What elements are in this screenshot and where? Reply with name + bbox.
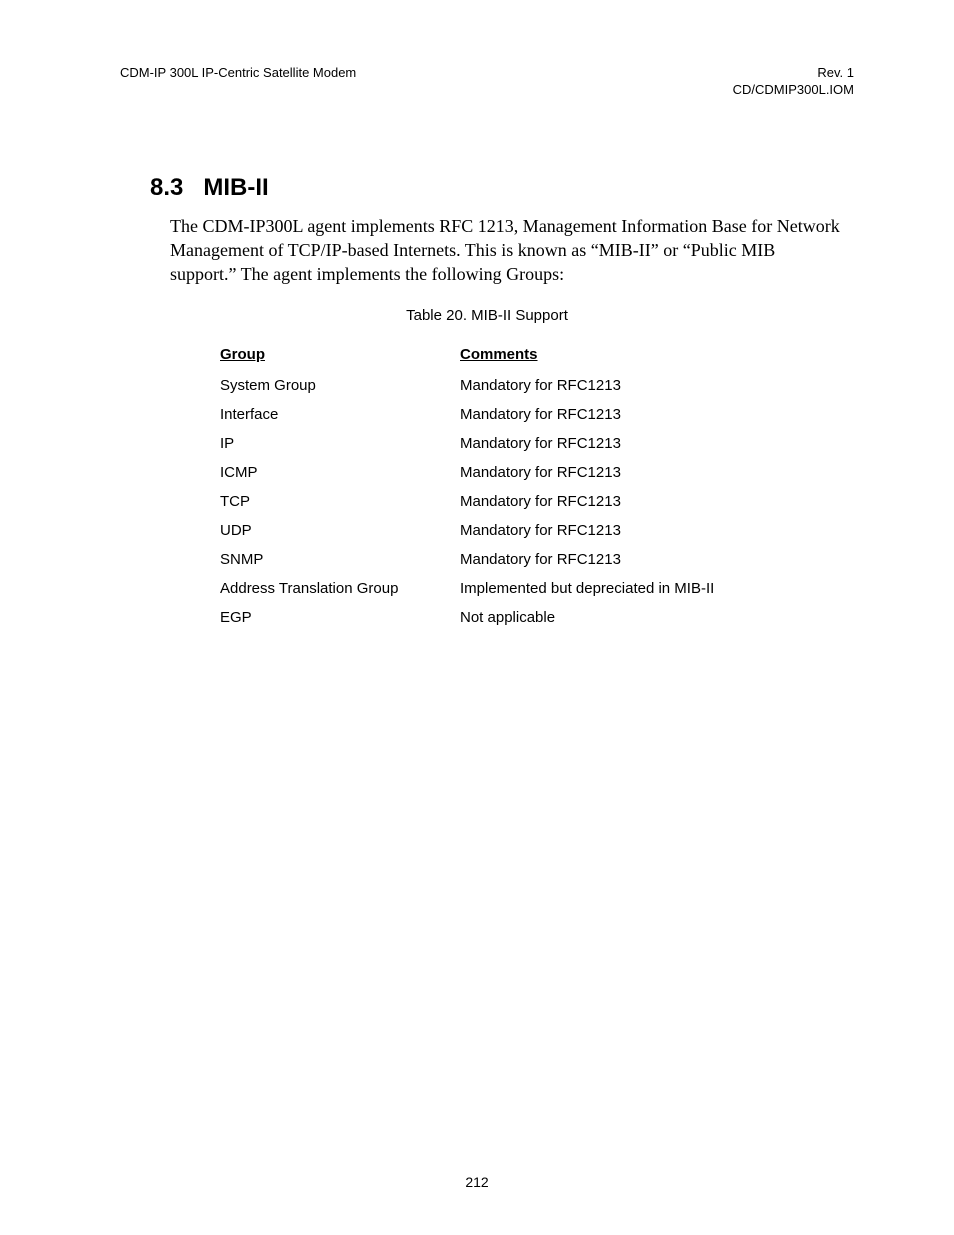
cell-comments: Mandatory for RFC1213 [460,487,780,516]
table-row: SNMP Mandatory for RFC1213 [220,545,780,574]
header-right: Rev. 1 CD/CDMIP300L.IOM [733,65,854,99]
table-row: Address Translation Group Implemented bu… [220,574,780,603]
table-caption: Table 20. MIB-II Support [120,307,854,324]
cell-group: System Group [220,371,460,400]
section-title: MIB-II [203,174,268,201]
cell-comments: Mandatory for RFC1213 [460,429,780,458]
section-number: 8.3 [150,174,183,202]
mib-support-table: Group Comments System Group Mandatory fo… [220,342,780,632]
cell-comments: Mandatory for RFC1213 [460,458,780,487]
document-page: CDM-IP 300L IP-Centric Satellite Modem R… [0,0,954,1235]
table-header-row: Group Comments [220,342,780,371]
cell-group: Interface [220,400,460,429]
body-paragraph: The CDM-IP300L agent implements RFC 1213… [170,214,844,287]
table-row: Interface Mandatory for RFC1213 [220,400,780,429]
cell-comments: Mandatory for RFC1213 [460,400,780,429]
cell-group: SNMP [220,545,460,574]
header-left: CDM-IP 300L IP-Centric Satellite Modem [120,65,356,82]
page-header: CDM-IP 300L IP-Centric Satellite Modem R… [120,65,854,99]
table-row: IP Mandatory for RFC1213 [220,429,780,458]
table-row: UDP Mandatory for RFC1213 [220,516,780,545]
cell-comments: Mandatory for RFC1213 [460,371,780,400]
cell-group: UDP [220,516,460,545]
cell-group: EGP [220,603,460,632]
table-row: ICMP Mandatory for RFC1213 [220,458,780,487]
table-header-comments: Comments [460,342,780,371]
table-row: TCP Mandatory for RFC1213 [220,487,780,516]
cell-group: Address Translation Group [220,574,460,603]
cell-group: ICMP [220,458,460,487]
section-heading: 8.3 MIB-II [150,174,854,202]
cell-group: TCP [220,487,460,516]
cell-comments: Implemented but depreciated in MIB-II [460,574,780,603]
table-row: System Group Mandatory for RFC1213 [220,371,780,400]
cell-comments: Not applicable [460,603,780,632]
cell-group: IP [220,429,460,458]
cell-comments: Mandatory for RFC1213 [460,516,780,545]
header-docid: CD/CDMIP300L.IOM [733,82,854,99]
page-number: 212 [0,1174,954,1190]
header-rev: Rev. 1 [733,65,854,82]
table-header-group: Group [220,342,460,371]
cell-comments: Mandatory for RFC1213 [460,545,780,574]
table-row: EGP Not applicable [220,603,780,632]
